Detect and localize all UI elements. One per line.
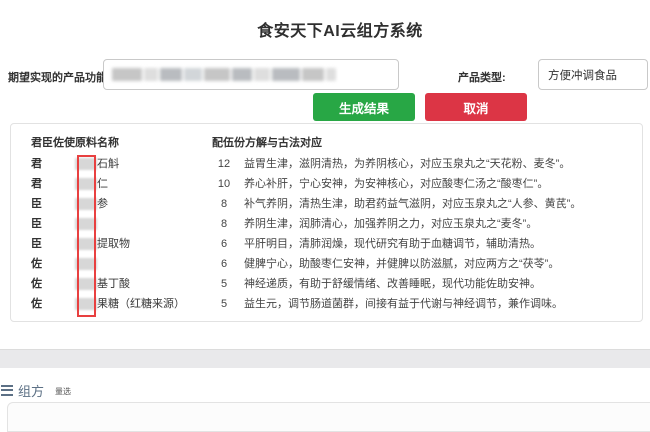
column-header-ingredient: 原料名称 [75,134,119,150]
row-amount: 12 [212,154,236,174]
row-amount: 10 [212,174,236,194]
table-row: 臣 参 8 补气养阴，清热生津，助君药益气滋阴，对应玉泉丸之“人参、黄芪”。 [11,194,642,214]
row-explanation: 平肝明目，清肺润燥，现代研究有助于血糖调节，辅助清热。 [244,234,541,254]
row-explanation: 神经递质，有助于舒缓情绪、改善睡眠，现代功能佐助安神。 [244,274,541,294]
table-row: 佐 果糖（红糖来源） 5 益生元，调节肠道菌群，间接有益于代谢与神经调节，兼作调… [11,294,642,314]
column-header-amount: 配伍份 [212,134,245,150]
product-function-label: 期望实现的产品功能 [8,69,107,85]
redaction-annotation-box [77,155,96,317]
row-ingredient-suffix: 石斛 [97,154,119,174]
row-ingredient-suffix: 基丁酸 [97,274,130,294]
row-role: 君 [31,154,42,174]
column-header-explanation: 方解与古法对应 [245,134,322,150]
row-role: 君 [31,174,42,194]
formula-result-panel: 君臣佐使 原料名称 配伍份 方解与古法对应 君 石斛 12 益胃生津，滋阴清热，… [10,123,643,322]
row-explanation: 养心补肝，宁心安神，为安神核心，对应酸枣仁汤之“酸枣仁”。 [244,174,548,194]
generate-result-button[interactable]: 生成结果 [313,93,415,121]
row-explanation: 益胃生津，滋阴清热，为养阴核心，对应玉泉丸之“天花粉、麦冬”。 [244,154,570,174]
redacted-input-text [112,68,336,81]
row-role: 臣 [31,234,42,254]
column-header-roles: 君臣佐使 [31,134,75,150]
table-row: 君 仁 10 养心补肝，宁心安神，为安神核心，对应酸枣仁汤之“酸枣仁”。 [11,174,642,194]
row-explanation: 益生元，调节肠道菌群，间接有益于代谢与神经调节，兼作调味。 [244,294,563,314]
row-amount: 6 [212,254,236,274]
table-row: 佐 基丁酸 5 神经递质，有助于舒缓情绪、改善睡眠，现代功能佐助安神。 [11,274,642,294]
product-type-input[interactable]: 方便冲调食品 [538,59,648,90]
formula-section-label: 组方 [18,381,44,400]
row-amount: 6 [212,234,236,254]
table-row: 君 石斛 12 益胃生津，滋阴清热，为养阴核心，对应玉泉丸之“天花粉、麦冬”。 [11,154,642,174]
row-amount: 5 [212,274,236,294]
row-ingredient-suffix: 提取物 [97,234,130,254]
product-type-label: 产品类型: [458,69,506,85]
formula-section-toggle[interactable]: 组方 量选 [1,380,71,400]
row-explanation: 养阴生津，润肺清心，加强养阴之力，对应玉泉丸之“麦冬”。 [244,214,537,234]
hamburger-icon [1,385,13,396]
row-explanation: 健脾宁心，助酸枣仁安神，并健脾以防滋腻，对应两方之“茯苓”。 [244,254,559,274]
row-role: 佐 [31,254,42,274]
row-role: 臣 [31,214,42,234]
product-function-input[interactable] [103,59,399,90]
page-title: 食安天下AI云组方系统 [30,17,650,41]
table-row: 臣 8 养阴生津，润肺清心，加强养阴之力，对应玉泉丸之“麦冬”。 [11,214,642,234]
row-role: 佐 [31,274,42,294]
table-row: 臣 提取物 6 平肝明目，清肺润燥，现代研究有助于血糖调节，辅助清热。 [11,234,642,254]
table-body: 君 石斛 12 益胃生津，滋阴清热，为养阴核心，对应玉泉丸之“天花粉、麦冬”。 … [11,154,642,314]
row-amount: 8 [212,194,236,214]
formula-section-subtext[interactable]: 量选 [55,386,71,397]
row-ingredient-suffix: 果糖（红糖来源） [97,294,185,314]
row-ingredient-suffix: 参 [97,194,108,214]
row-ingredient-suffix: 仁 [97,174,108,194]
cancel-button[interactable]: 取消 [425,93,527,121]
row-role: 臣 [31,194,42,214]
table-row: 佐 6 健脾宁心，助酸枣仁安神，并健脾以防滋腻，对应两方之“茯苓”。 [11,254,642,274]
row-amount: 8 [212,214,236,234]
row-explanation: 补气养阴，清热生津，助君药益气滋阴，对应玉泉丸之“人参、黄芪”。 [244,194,581,214]
next-section-panel [7,402,650,432]
section-divider-band [0,349,650,368]
row-amount: 5 [212,294,236,314]
row-role: 佐 [31,294,42,314]
